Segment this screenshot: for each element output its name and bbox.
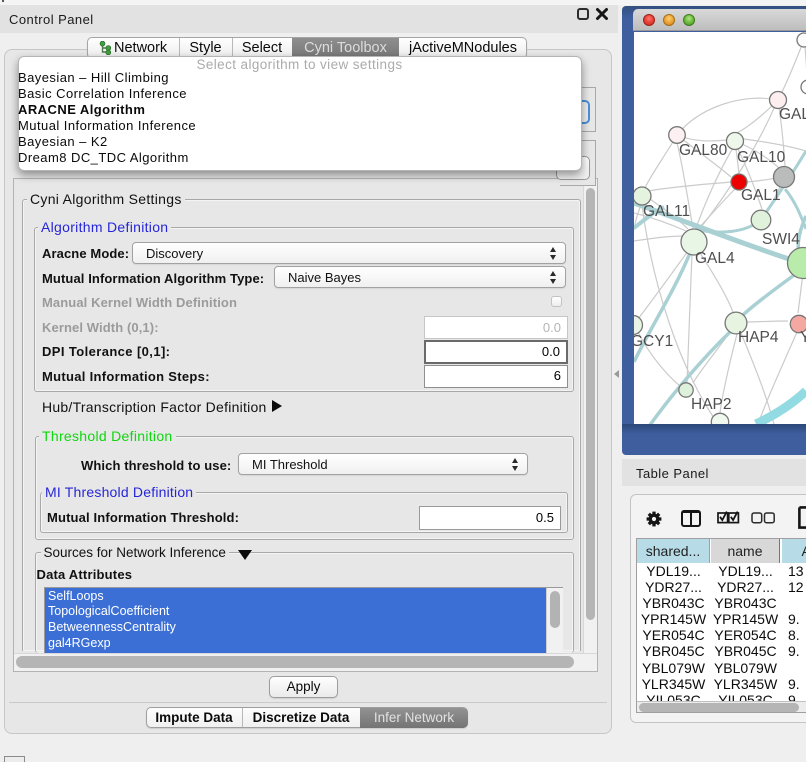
svg-text:GAL1: GAL1 bbox=[741, 187, 781, 204]
svg-text:GCY1: GCY1 bbox=[634, 333, 673, 350]
svg-text:GAL10: GAL10 bbox=[737, 149, 786, 166]
svg-text:HAP4: HAP4 bbox=[738, 329, 779, 346]
svg-text:GAL80: GAL80 bbox=[679, 142, 728, 159]
svg-text:SWI4: SWI4 bbox=[762, 231, 800, 248]
svg-text:GAL2: GAL2 bbox=[779, 106, 806, 123]
svg-text:YM: YM bbox=[800, 329, 806, 346]
svg-text:GAL4: GAL4 bbox=[695, 250, 735, 267]
svg-text:GAL11: GAL11 bbox=[643, 203, 690, 220]
svg-text:HAP2: HAP2 bbox=[691, 396, 732, 413]
